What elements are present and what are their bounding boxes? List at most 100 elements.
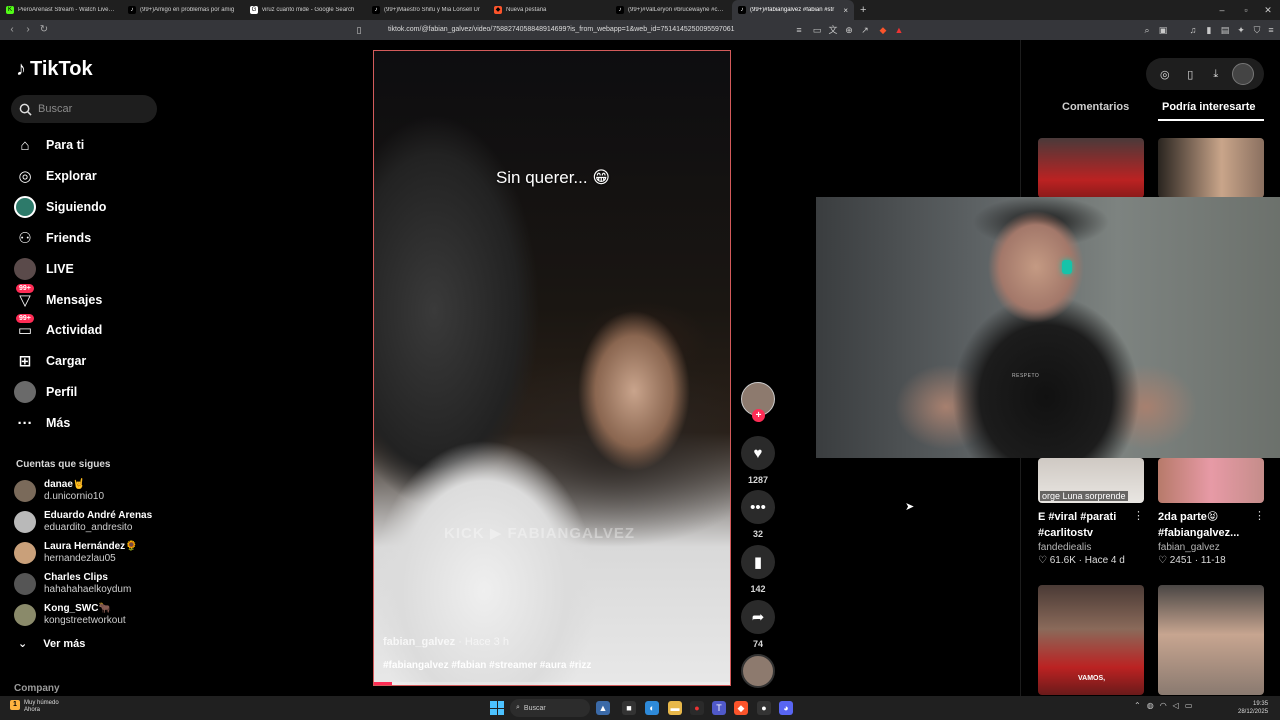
following-account[interactable]: danae🤘 d.unicornio10	[14, 479, 104, 503]
download-icon[interactable]: ⤓	[1207, 65, 1225, 83]
reload-button[interactable]: ↻	[36, 22, 52, 38]
weather-widget[interactable]: 1 Muy húmedo Ahora	[10, 700, 59, 714]
translate-icon[interactable]: 文	[826, 23, 840, 37]
music-disc-button[interactable]	[741, 654, 775, 688]
rewards-icon[interactable]: ▲	[892, 23, 906, 37]
nav-friends[interactable]: ⚇ Friends	[14, 225, 91, 251]
avatar	[14, 542, 36, 564]
video-thumbnail[interactable]: orge Luna sorprende	[1038, 458, 1144, 503]
video-thumbnail[interactable]	[1158, 138, 1264, 198]
nav-mas[interactable]: ··· Más	[14, 410, 71, 436]
video-thumbnail[interactable]	[1038, 138, 1144, 198]
video-thumbnail[interactable]: VAMOS,	[1038, 585, 1144, 695]
close-window-button[interactable]: ✕	[1256, 0, 1280, 20]
following-account[interactable]: Laura Hernández🌻 hernandezlau05	[14, 541, 138, 565]
clock[interactable]: 19:35 28/12/2025	[1238, 700, 1268, 716]
video-hashtags[interactable]: #fabiangalvez #fabian #streamer #aura #r…	[383, 660, 591, 671]
menu-icon[interactable]: ≡	[1264, 23, 1278, 37]
minimize-button[interactable]: –	[1210, 0, 1234, 20]
following-account[interactable]: Charles Clips hahahahaelkoydum	[14, 572, 131, 596]
brave-browser-icon[interactable]: ◆	[734, 701, 748, 715]
nav-live[interactable]: LIVE	[14, 256, 74, 282]
video-author-line[interactable]: fabian_galvez · Hace 3 h	[383, 636, 509, 648]
nav-para-ti[interactable]: ⌂ Para ti	[14, 132, 84, 158]
file-explorer-icon[interactable]: ▬	[668, 701, 682, 715]
volume-icon: ◁	[1172, 701, 1179, 710]
coins-icon[interactable]: ◎	[1156, 65, 1174, 83]
tab-title: (99+)Maestro Shifu y Mia Lonsell Ur	[384, 7, 480, 13]
cast-icon[interactable]: ▭	[810, 23, 824, 37]
search-input[interactable]	[38, 103, 148, 115]
media-icon[interactable]: ♫	[1186, 23, 1200, 37]
video-thumbnail[interactable]	[1158, 458, 1264, 503]
system-tray[interactable]: ⌃ ◍ ◠ ◁ ▭	[1134, 701, 1192, 710]
company-link[interactable]: Company	[14, 683, 60, 694]
search-box[interactable]	[11, 95, 157, 123]
tab-comments[interactable]: Comentarios	[1062, 101, 1129, 113]
browser-tab[interactable]: Gviruz cuanto mide - Google Search	[244, 0, 366, 20]
more-options-icon[interactable]: ⋮	[1254, 509, 1265, 522]
wallet-icon[interactable]: ▤	[1218, 23, 1232, 37]
maximize-button[interactable]: ▫	[1234, 0, 1258, 20]
account-handle: d.unicornio10	[44, 491, 105, 502]
url-field[interactable]: tiktok.com/@fabian_galvez/video/75882740…	[366, 22, 906, 38]
tab-title: (99+)#fabiangalvez #fabian #str	[750, 7, 835, 13]
phone-icon[interactable]: ▯	[1181, 65, 1199, 83]
extensions-icon[interactable]: ✦	[1234, 23, 1248, 37]
reader-icon[interactable]: ≡	[792, 23, 806, 37]
forward-button[interactable]: ›	[20, 22, 36, 38]
discord-icon[interactable]: ◕	[779, 701, 793, 715]
creator-avatar-button[interactable]: +	[741, 382, 775, 422]
nav-explorar[interactable]: ◎ Explorar	[14, 163, 96, 189]
obs-icon[interactable]: ●	[757, 701, 771, 715]
browser-tab[interactable]: ◆ Nueva pestaña	[488, 0, 610, 20]
teams-icon[interactable]: T	[712, 701, 726, 715]
save-button[interactable]: ▮ 142	[741, 545, 775, 594]
nav-actividad[interactable]: ▭ 99+ Actividad	[14, 314, 102, 343]
pip-icon[interactable]: ▣	[1156, 23, 1170, 37]
share-icon[interactable]: ↗	[858, 23, 872, 37]
browser-tab[interactable]: ♪ (99+)#ValLeryon #brucewayne #chris	[610, 0, 732, 20]
nav-mensajes[interactable]: ▽ 99+ Mensajes	[14, 284, 102, 313]
following-account[interactable]: Eduardo André Arenas eduardito_andresito	[14, 510, 152, 534]
widgets-icon[interactable]: ▲	[596, 701, 610, 715]
user-avatar[interactable]	[1232, 63, 1255, 85]
browser-tab[interactable]: K PieroArenast Stream - Watch Live on	[0, 0, 122, 20]
like-button[interactable]: ♥ 1287	[741, 436, 775, 485]
taskbar-search[interactable]: ⌕ Buscar	[510, 699, 590, 717]
app-icon[interactable]: ●	[690, 701, 704, 715]
bookmark-icon[interactable]: ▯	[352, 23, 366, 37]
see-more-button[interactable]: ⌄ Ver más	[18, 637, 85, 651]
nav-perfil[interactable]: Perfil	[14, 379, 77, 405]
nav-siguiendo[interactable]: Siguiendo	[14, 194, 106, 220]
recommended-card[interactable]: E #viral #parati #carlitostv fandedieali…	[1038, 509, 1144, 566]
tiktok-logo[interactable]: ♪ TikTok	[16, 58, 93, 81]
follow-plus-icon[interactable]: +	[752, 409, 765, 422]
share-button[interactable]: ➦ 74	[741, 600, 775, 649]
avatar	[14, 604, 36, 626]
browser-tab[interactable]: ♪ (99+)Maestro Shifu y Mia Lonsell Ur	[366, 0, 488, 20]
vpn-icon[interactable]: ⛉	[1250, 23, 1264, 37]
close-tab-icon[interactable]: ×	[843, 6, 848, 15]
tab-search-icon[interactable]: ⌕	[1140, 23, 1154, 37]
start-button[interactable]	[490, 701, 504, 715]
copilot-icon[interactable]: ◐	[645, 701, 659, 715]
browser-tab[interactable]: ♪ (99+)#fabiangalvez #fabian #str ×	[732, 0, 854, 20]
task-view-icon[interactable]: ■	[622, 701, 636, 715]
video-progress-bar[interactable]	[374, 682, 730, 685]
more-options-icon[interactable]: ⋮	[1133, 509, 1144, 522]
logo-text: TikTok	[30, 58, 93, 80]
following-account[interactable]: Kong_SWC🐂 kongstreetworkout	[14, 603, 126, 627]
brave-shield-icon[interactable]: ◆	[876, 23, 890, 37]
video-thumbnail[interactable]	[1158, 585, 1264, 695]
sidebar-toggle-icon[interactable]: ▮	[1202, 23, 1216, 37]
recommended-card[interactable]: 2da parte😝 #fabiangalvez... fabian_galve…	[1158, 509, 1264, 566]
back-button[interactable]: ‹	[4, 22, 20, 38]
zoom-icon[interactable]: ⊕	[842, 23, 856, 37]
video-player[interactable]: Sin querer... 😁 KICK ▶ FABIANGALVEZ fabi…	[373, 50, 731, 686]
comment-button[interactable]: ••• 32	[741, 490, 775, 539]
browser-tab[interactable]: ♪ (99+)Amigo en problemas por amig	[122, 0, 244, 20]
nav-cargar[interactable]: ⊞ Cargar	[14, 348, 87, 374]
new-tab-button[interactable]: +	[860, 4, 866, 16]
tab-recommended[interactable]: Podría interesarte	[1162, 101, 1256, 113]
